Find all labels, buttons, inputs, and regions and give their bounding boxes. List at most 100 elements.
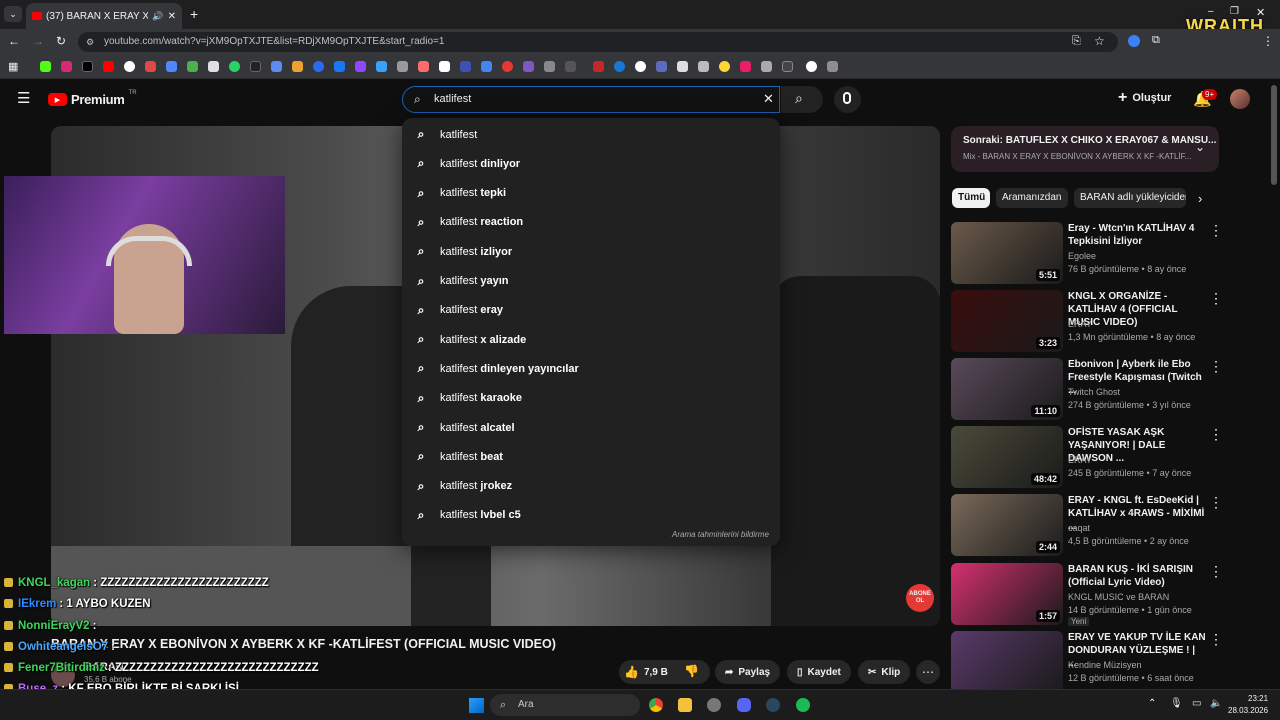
search-button[interactable]: ⌕ [781,86,823,113]
bookmark-icon[interactable] [208,61,219,72]
kick-bookmark-icon[interactable] [40,61,51,72]
instagram-bookmark-icon[interactable] [61,61,72,72]
bookmark-icon[interactable] [292,61,303,72]
x-bookmark-icon[interactable] [82,61,93,72]
clear-search-icon[interactable]: ✕ [763,91,774,107]
chrome-icon[interactable] [649,698,663,712]
subscribe-overlay-badge[interactable]: ABONE OL [906,584,934,612]
share-button[interactable]: ➦ Paylaş [715,660,781,684]
bookmark-icon[interactable] [698,61,709,72]
apps-grid-icon[interactable]: ▦ [8,60,18,73]
suggestion-item[interactable]: ⌕ katlifest dinliyor [402,149,780,178]
suggestion-item[interactable]: ⌕ katlifest dinleyen yayıncılar [402,354,780,383]
suggestion-item[interactable]: ⌕ katlifest reaction [402,208,780,237]
extension-icon[interactable] [1128,35,1140,47]
suggestion-item[interactable]: ⌕ katlifest izliyor [402,237,780,266]
bookmark-icon[interactable] [376,61,387,72]
related-video-card[interactable]: 1:57 BARAN KUŞ - İKİ SARIŞIN (Official Ly… [951,563,1223,626]
bookmark-icon[interactable] [187,61,198,72]
bookmark-icon[interactable] [481,61,492,72]
bookmark-icon[interactable] [635,61,646,72]
tab-search-button[interactable]: ⌄ [4,6,22,22]
suggestion-item[interactable]: ⌕ katlifest jrokez [402,472,780,501]
settings-icon[interactable] [707,698,721,712]
suggestion-item[interactable]: ⌕ katlifest beat [402,442,780,471]
clip-button[interactable]: ✂ Klip [858,660,911,684]
video-thumbnail[interactable]: 5:51 [951,222,1063,284]
dislike-button[interactable]: 👎 [684,664,699,678]
related-video-channel[interactable]: caqat [1068,523,1090,533]
more-options-icon[interactable]: ⋮ [1209,494,1223,511]
related-video-card[interactable]: 11:10 Ebonivon | Ayberk ile Ebo Freestyle… [951,358,1223,420]
bookmark-icon[interactable] [761,61,772,72]
related-video-card[interactable]: 5:51 Eray - Wtcn'ın KATLİHAV 4 Tepkisini … [951,222,1223,284]
more-options-icon[interactable]: ⋮ [1209,358,1223,375]
steam-icon[interactable] [766,698,780,712]
clock-date[interactable]: 28.03.2026 [1228,706,1268,715]
suggestion-item[interactable]: ⌕ katlifest yayın [402,267,780,296]
video-thumbnail[interactable]: 48:42 [951,426,1063,488]
playlist-panel[interactable]: Sonraki: BATUFLEX X CHIKO X ERAY067 & MA… [951,126,1219,172]
bookmark-icon[interactable] [460,61,471,72]
bookmark-icon[interactable] [827,61,838,72]
suggestion-item[interactable]: ⌕ katlifest [402,120,780,149]
suggestion-item[interactable]: ⌕ katlifest eray [402,296,780,325]
bookmark-icon[interactable] [740,61,751,72]
forward-icon[interactable]: → [32,34,44,48]
more-options-icon[interactable]: ⋮ [1209,290,1223,307]
bookmark-icon[interactable] [397,61,408,72]
tray-volume-icon[interactable]: 🔈 [1210,698,1222,709]
youtube-logo[interactable]: ▶ Premium TR [48,90,137,107]
suggestion-item[interactable]: ⌕ katlifest x alizade [402,325,780,354]
related-video-channel[interactable]: Egolee [1068,251,1096,261]
related-video-title[interactable]: BARAN KUŞ - İKİ SARIŞIN (Official Lyric … [1068,563,1206,589]
bookmark-icon[interactable] [271,61,282,72]
bookmark-icon[interactable] [439,61,450,72]
bookmark-icon[interactable] [166,61,177,72]
related-video-channel[interactable]: ERAY [1068,455,1092,465]
video-thumbnail[interactable]: 2:44 [951,494,1063,556]
youtube-bookmark-icon[interactable] [103,61,114,72]
chip-all[interactable]: Tümü [952,188,990,208]
bookmark-icon[interactable] [656,61,667,72]
related-video-title[interactable]: Eray - Wtcn'ın KATLİHAV 4 Tepkisini İzli… [1068,222,1206,248]
clock-time[interactable]: 23:21 [1248,694,1268,703]
video-thumbnail[interactable]: 3:23 [951,290,1063,352]
taskbar-search[interactable]: ⌕ Ara [490,694,640,716]
chip-from-uploader[interactable]: BARAN adlı yükleyiciden [1074,188,1186,208]
more-actions-button[interactable]: ⋯ [916,660,940,684]
menu-dots-icon[interactable]: ⋮ [1262,34,1274,48]
tray-chevron-icon[interactable]: ⌃ [1148,698,1156,709]
related-video-channel[interactable]: Twitch Ghost [1068,387,1120,397]
spotify-icon[interactable] [796,698,810,712]
install-app-icon[interactable]: ⎘ [1072,35,1081,48]
avatar[interactable] [1230,89,1250,109]
bookmark-icon[interactable] [677,61,688,72]
related-video-channel[interactable]: ERAY [1068,319,1092,329]
related-video-channel[interactable]: KNGL MUSIC ve BARAN [1068,592,1169,602]
tray-mic-icon[interactable]: 🎙 [1170,698,1183,709]
file-explorer-icon[interactable] [678,698,692,712]
video-thumbnail[interactable]: 1:57 [951,563,1063,625]
bookmark-icon[interactable] [565,61,576,72]
create-button[interactable]: + Oluştur [1118,90,1171,106]
more-options-icon[interactable]: ⋮ [1209,222,1223,239]
bookmark-icon[interactable] [523,61,534,72]
chip-from-search[interactable]: Aramanızdan [996,188,1068,208]
speaker-icon[interactable]: 🔊 [152,11,163,22]
report-predictions-link[interactable]: Arama tahminlerini bildirme [672,530,769,539]
windows-start-icon[interactable] [469,698,484,713]
address-bar[interactable]: ⚙ youtube.com/watch?v=jXM9OpTXJTE&list=R… [78,32,1118,52]
site-info-icon[interactable]: ⚙ [86,32,94,52]
suggestion-item[interactable]: ⌕ katlifest tepki [402,179,780,208]
discord-icon[interactable] [737,698,751,712]
suggestion-item[interactable]: ⌕ katlifest karaoke [402,384,780,413]
new-tab-button[interactable]: + [190,6,198,22]
bookmark-icon[interactable] [250,61,261,72]
tray-network-icon[interactable]: ▭ [1192,698,1201,709]
related-video-card[interactable]: 2:44 ERAY - KNGL ft. EsDeeKid | KATLİHAV … [951,494,1223,556]
close-tab-icon[interactable]: ✕ [168,11,176,22]
bookmark-icon[interactable] [418,61,429,72]
voice-search-button[interactable] [834,86,861,113]
bookmark-icon[interactable] [593,61,604,72]
